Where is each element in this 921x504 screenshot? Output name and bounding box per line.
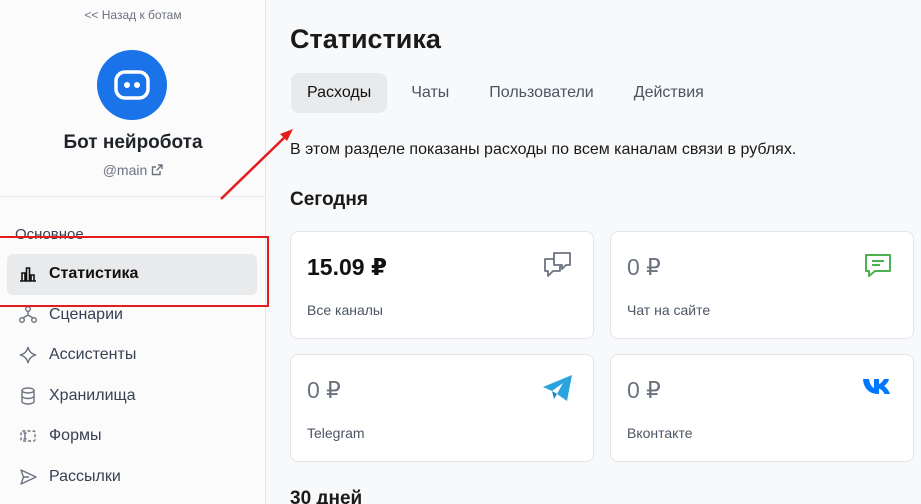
sidebar-item-forms[interactable]: Формы <box>7 416 257 457</box>
sparkle-icon <box>18 345 38 365</box>
send-icon <box>18 467 38 487</box>
chat-bubbles-icon <box>541 248 575 282</box>
form-icon <box>18 426 38 446</box>
bot-icon <box>114 70 150 100</box>
stat-card-all-channels: 15.09 ₽ Все каналы <box>290 231 594 339</box>
today-heading: Сегодня <box>290 189 368 210</box>
sidebar: << Назад к ботам Бот нейробота @main Осн… <box>0 0 266 504</box>
tab-users[interactable]: Пользователи <box>473 73 609 113</box>
bot-avatar <box>97 50 167 120</box>
page-title: Статистика <box>290 24 441 54</box>
sidebar-item-mailings[interactable]: Рассылки <box>7 457 257 498</box>
vk-icon <box>861 371 895 405</box>
telegram-icon <box>541 371 575 405</box>
main-content: Статистика Расходы Чаты Пользователи Дей… <box>266 0 921 504</box>
sidebar-item-label: Статистика <box>49 265 139 283</box>
database-icon <box>18 386 38 406</box>
stat-amount: 0 ₽ <box>307 377 341 403</box>
section-label-main: Основное <box>15 226 84 243</box>
stat-amount: 0 ₽ <box>627 377 661 403</box>
sidebar-item-label: Формы <box>49 427 102 445</box>
bot-handle-link[interactable]: @main <box>0 162 266 178</box>
stat-label: Вконтакте <box>627 425 693 441</box>
site-chat-icon <box>861 248 895 282</box>
sidebar-nav: Статистика Сценарии Ассистенты Хранилища… <box>7 254 257 497</box>
flow-icon <box>18 305 38 325</box>
external-link-icon <box>152 164 163 176</box>
stat-amount: 0 ₽ <box>627 254 661 280</box>
section-description: В этом разделе показаны расходы по всем … <box>290 141 797 158</box>
tab-actions[interactable]: Действия <box>618 73 720 113</box>
sidebar-item-label: Ассистенты <box>49 346 137 364</box>
sidebar-item-storage[interactable]: Хранилища <box>7 376 257 417</box>
stat-label: Чат на сайте <box>627 302 711 318</box>
stat-amount: 15.09 ₽ <box>307 254 387 280</box>
bar-chart-icon <box>18 264 38 284</box>
stats-tabs: Расходы Чаты Пользователи Действия <box>291 73 728 113</box>
period-heading: 30 дней <box>290 488 363 504</box>
stat-card-telegram: 0 ₽ Telegram <box>290 354 594 462</box>
bot-handle-text: @main <box>102 162 148 178</box>
sidebar-item-label: Рассылки <box>49 467 121 485</box>
stat-card-site-chat: 0 ₽ Чат на сайте <box>610 231 914 339</box>
stat-label: Telegram <box>307 425 365 441</box>
sidebar-item-scenarios[interactable]: Сценарии <box>7 295 257 336</box>
tab-expenses[interactable]: Расходы <box>291 73 388 113</box>
bot-name: Бот нейробота <box>63 132 203 153</box>
sidebar-divider <box>0 196 265 197</box>
back-to-bots-link[interactable]: << Назад к ботам <box>0 8 266 22</box>
stat-card-vk: 0 ₽ Вконтакте <box>610 354 914 462</box>
sidebar-item-label: Сценарии <box>49 305 123 323</box>
tab-chats[interactable]: Чаты <box>395 73 465 113</box>
sidebar-item-label: Хранилища <box>49 386 136 404</box>
stat-label: Все каналы <box>307 302 383 318</box>
sidebar-item-assistants[interactable]: Ассистенты <box>7 335 257 376</box>
sidebar-item-statistics[interactable]: Статистика <box>7 254 257 295</box>
